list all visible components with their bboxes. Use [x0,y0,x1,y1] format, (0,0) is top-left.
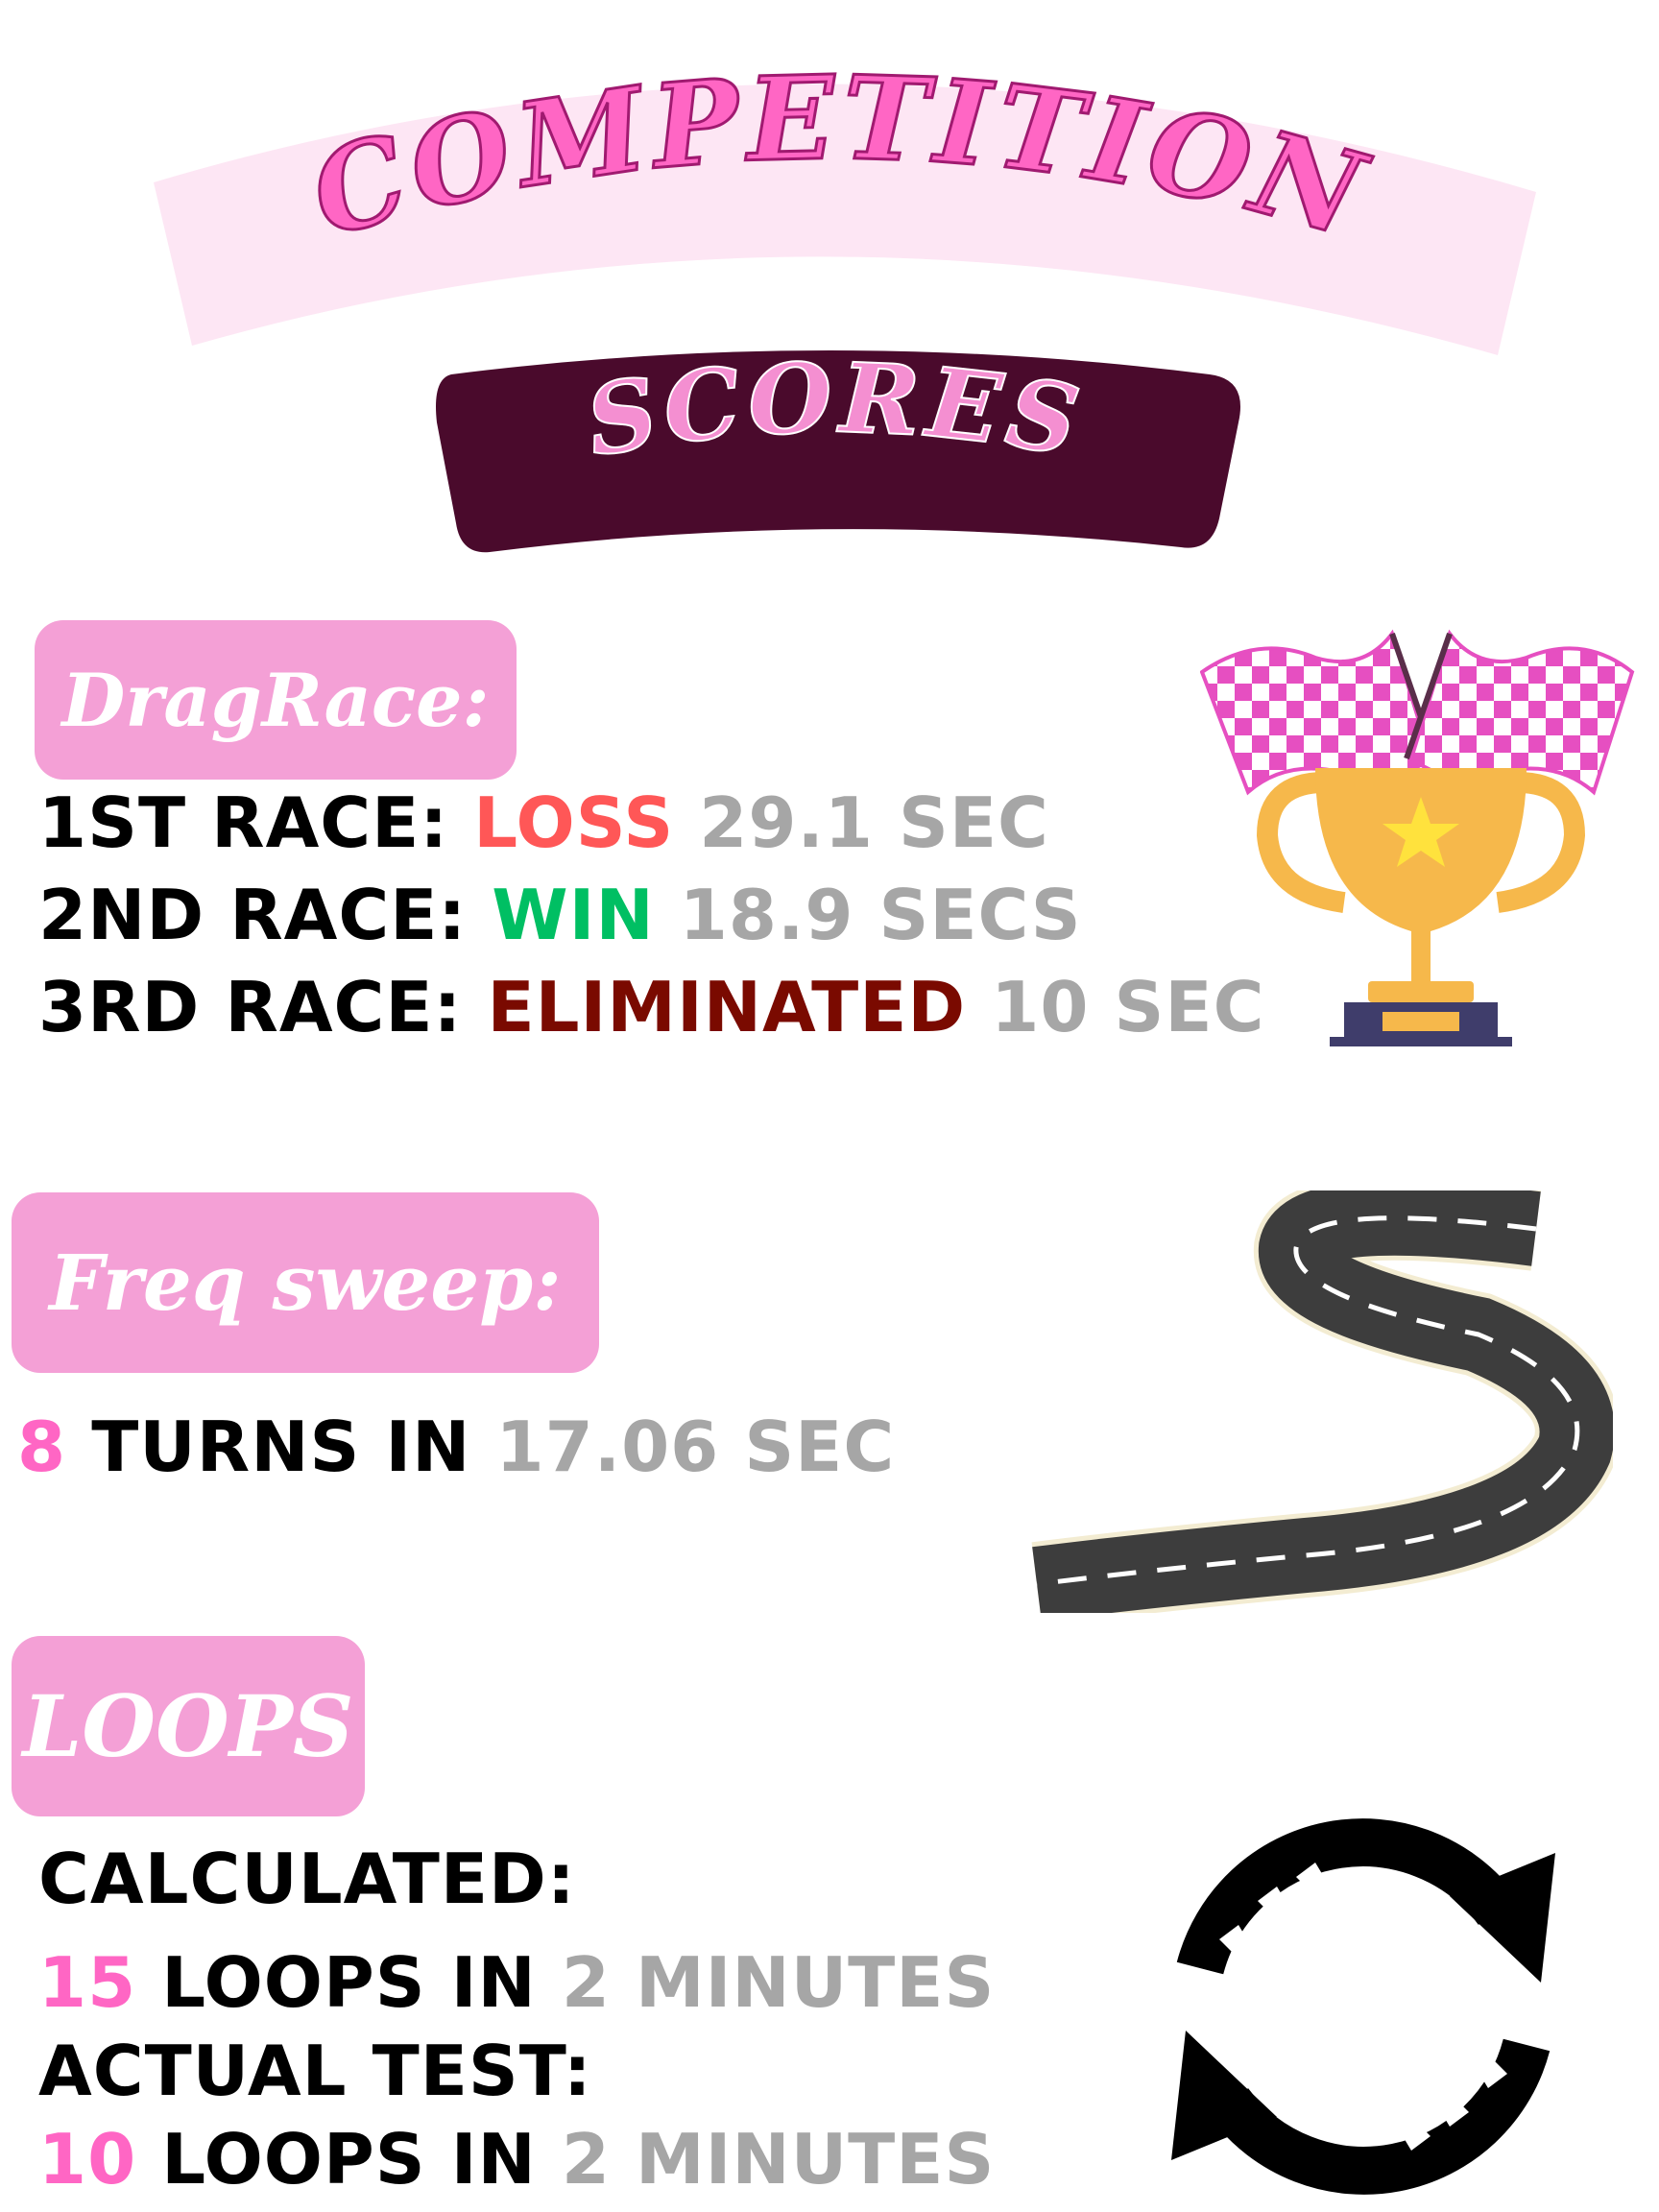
race-name: 3RD RACE: [38,967,463,1047]
calculated-heading: CALCULATED: [38,1839,576,1919]
race-row-1: 1ST RACE: LOSS 29.1 SEC [38,780,1049,866]
race-row-3: 3RD RACE: ELIMINATED 10 SEC [38,964,1264,1050]
freq-sweep-tag: Freq sweep: [12,1192,599,1373]
road-icon [1031,1190,1613,1613]
sweep-time: 17.06 SEC [495,1407,896,1487]
loop-count: 15 [38,1942,137,2023]
loops-text: LOOPS IN [161,2119,537,2200]
loops-tag: LOOPS [12,1636,365,1816]
turn-count: 8 [17,1407,67,1487]
drag-race-tag: DragRace: [35,620,517,780]
loops-label: LOOPS [22,1676,354,1776]
turns-text: TURNS IN [91,1407,471,1487]
loop-count: 10 [38,2119,137,2200]
freq-sweep-label: Freq sweep: [49,1238,562,1328]
race-row-2: 2ND RACE: WIN 18.9 SECS [38,872,1082,958]
race-result-loss: LOSS [473,782,675,863]
race-time: 18.9 SECS [679,875,1082,955]
race-name: 1ST RACE: [38,782,449,863]
trophy-flags-icon [1200,629,1635,1046]
drag-race-label: DragRace: [61,657,490,743]
race-result-eliminated: ELIMINATED [487,967,967,1047]
header-banners: COMPETITION SCORES [154,49,1536,553]
actual-result: 10 LOOPS IN 2 MINUTES [38,2116,995,2202]
race-name: 2ND RACE: [38,875,468,955]
loops-text: LOOPS IN [161,1942,537,2023]
actual-heading: ACTUAL TEST: [38,2031,592,2111]
freq-sweep-result: 8 TURNS IN 17.06 SEC [17,1404,895,1490]
loop-time: 2 MINUTES [561,1942,996,2023]
loop-time: 2 MINUTES [561,2119,996,2200]
loop-arrows-icon [1171,1818,1555,2195]
race-time: 29.1 SEC [699,782,1049,863]
calculated-result: 15 LOOPS IN 2 MINUTES [38,1939,995,2026]
race-result-win: WIN [492,875,655,955]
